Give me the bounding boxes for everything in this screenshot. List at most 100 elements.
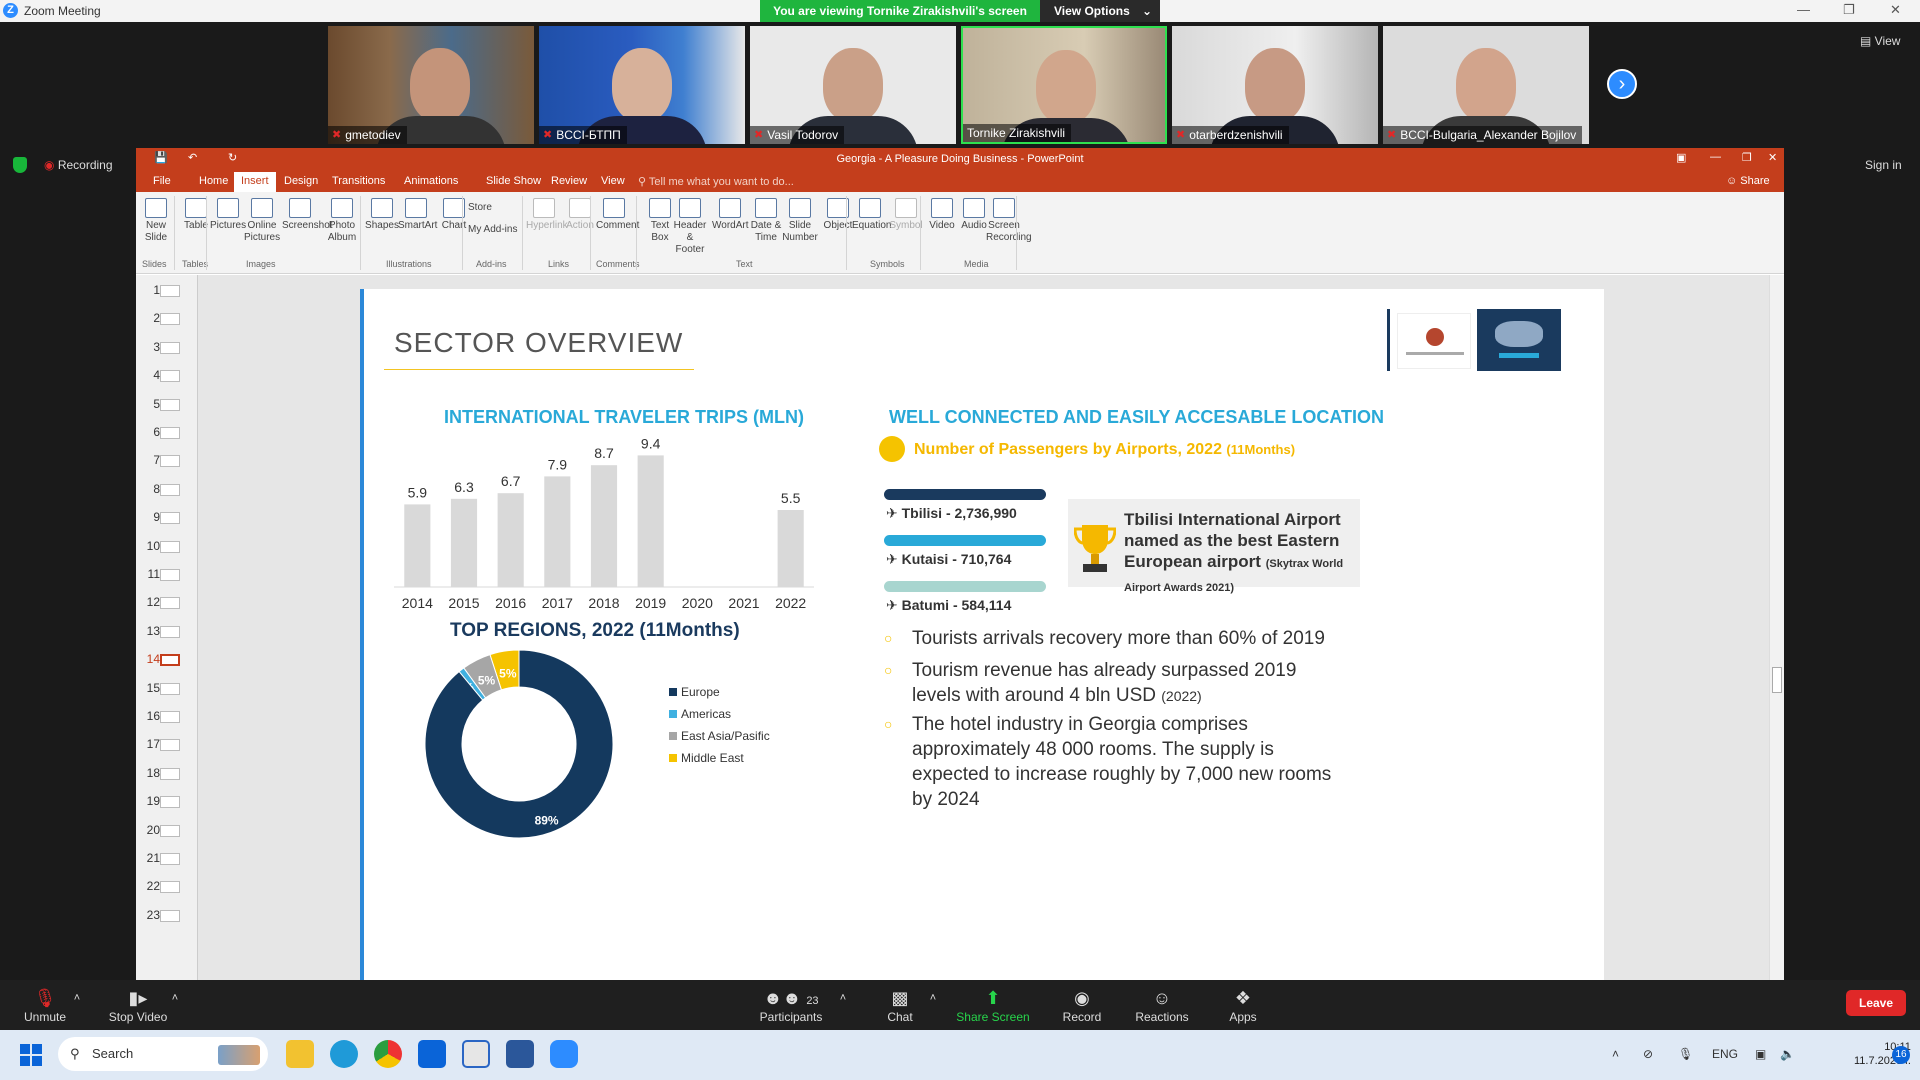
close-icon[interactable]: ✕ [1890, 2, 1901, 18]
share-screen-button[interactable]: ⬆ Share Screen [956, 986, 1030, 1024]
language-indicator[interactable]: ENG [1712, 1047, 1738, 1061]
zoom-app-icon[interactable] [550, 1040, 578, 1068]
ribbon-button[interactable]: Date & Time [748, 198, 784, 244]
slide-number[interactable]: 7 [140, 453, 160, 467]
sign-in-link[interactable]: Sign in [1865, 158, 1902, 172]
volume-icon[interactable]: 🔈 [1780, 1047, 1795, 1061]
notification-badge[interactable]: 16 [1892, 1046, 1910, 1064]
ribbon-button[interactable]: Comment [596, 198, 639, 232]
slide-thumbnail[interactable] [160, 285, 180, 297]
slide-number[interactable]: 6 [140, 425, 160, 439]
slide-number[interactable]: 12 [140, 595, 160, 609]
tab-design[interactable]: Design [284, 175, 318, 187]
slide-thumbnail[interactable] [160, 796, 180, 809]
slide-number[interactable]: 19 [140, 794, 160, 808]
chat-button[interactable]: ▩ Chat [880, 986, 920, 1024]
security-shield-icon[interactable] [13, 157, 27, 173]
slide-number[interactable]: 15 [140, 681, 160, 695]
slide-canvas[interactable]: SECTOR OVERVIEW INTERNATIONAL TRAVELER T… [360, 289, 1604, 980]
participant-tile[interactable]: ✖ BCCI-Bulgaria_Alexander Bojilov [1383, 26, 1589, 144]
ribbon-button[interactable]: Screenshot [282, 198, 333, 232]
tab-review[interactable]: Review [551, 175, 587, 187]
participant-tile[interactable]: ✖ gmetodiev [328, 26, 534, 144]
ribbon-button[interactable]: Video [924, 198, 960, 232]
ribbon-button[interactable]: Hyperlink [526, 198, 568, 232]
reactions-button[interactable]: ☺ Reactions [1134, 986, 1190, 1024]
snipping-tool-icon[interactable] [462, 1040, 490, 1068]
outlook-icon[interactable] [418, 1040, 446, 1068]
slide-thumbnail[interactable] [160, 370, 180, 383]
gallery-view-button[interactable]: ▤ View [1860, 34, 1900, 48]
ribbon-button[interactable]: Photo Album [324, 198, 360, 244]
slide-number[interactable]: 16 [140, 709, 160, 723]
ribbon-button[interactable]: Chart [436, 198, 472, 232]
participant-tile[interactable]: ✖ Vasil Todorov [750, 26, 956, 144]
slide-thumbnail[interactable] [160, 654, 180, 667]
slide-thumbnail[interactable] [160, 824, 180, 837]
store-button[interactable]: Store [468, 202, 492, 214]
participants-button[interactable]: ☻☻ 23 Participants [755, 986, 827, 1024]
apps-button[interactable]: ❖ Apps [1226, 986, 1260, 1024]
slide-number[interactable]: 22 [140, 879, 160, 893]
edge-browser-icon[interactable] [330, 1040, 358, 1068]
participant-tile[interactable]: ✖ otarberdzenishvili [1172, 26, 1378, 144]
unmute-button[interactable]: 🎙 Unmute [22, 986, 68, 1024]
stop-video-button[interactable]: ▮▸ Stop Video [106, 986, 170, 1024]
slide-number[interactable]: 23 [140, 908, 160, 922]
chat-caret[interactable]: ˄ [926, 986, 940, 1010]
participant-tile-active-speaker[interactable]: Tornike Zirakishvili [961, 26, 1167, 144]
slide-number[interactable]: 20 [140, 823, 160, 837]
network-icon[interactable]: ⊘ [1643, 1047, 1653, 1061]
slide-number[interactable]: 11 [140, 567, 160, 581]
ribbon-button[interactable]: Slide Number [782, 198, 818, 244]
slide-number[interactable]: 18 [140, 766, 160, 780]
chrome-browser-icon[interactable] [374, 1040, 402, 1068]
tab-home[interactable]: Home [199, 175, 228, 187]
slide-number[interactable]: 17 [140, 737, 160, 751]
share-button[interactable]: ☺ Share [1726, 175, 1770, 187]
slide-number[interactable]: 4 [140, 368, 160, 382]
tab-transitions[interactable]: Transitions [332, 175, 385, 187]
slide-thumbnail[interactable] [160, 483, 180, 496]
slide-thumbnail[interactable] [160, 881, 180, 894]
ribbon-button[interactable]: Shapes [364, 198, 400, 232]
file-explorer-icon[interactable] [286, 1040, 314, 1068]
slide-thumbnail[interactable] [160, 767, 180, 780]
ribbon-button[interactable]: Equation [852, 198, 891, 232]
slide-number[interactable]: 5 [140, 397, 160, 411]
audio-options-caret[interactable]: ˄ [70, 986, 84, 1010]
recording-indicator[interactable]: ◉ Recording [44, 158, 113, 172]
slide-number[interactable]: 21 [140, 851, 160, 865]
slide-number[interactable]: 1 [140, 283, 160, 297]
slide-number[interactable]: 13 [140, 624, 160, 638]
ppt-minimize-icon[interactable]: — [1710, 151, 1721, 163]
tab-file[interactable]: File [153, 175, 171, 187]
slide-thumbnail[interactable] [160, 739, 180, 752]
video-options-caret[interactable]: ˄ [168, 986, 182, 1010]
slide-thumbnail[interactable] [160, 427, 180, 439]
slide-thumbnail[interactable] [160, 625, 180, 638]
slide-thumbnail[interactable] [160, 455, 180, 468]
slide-thumbnail[interactable] [160, 909, 180, 922]
ribbon-button[interactable]: Action [562, 198, 598, 232]
ribbon-button[interactable]: Object [820, 198, 856, 232]
slide-number[interactable]: 9 [140, 510, 160, 524]
slide-number[interactable]: 14 [140, 652, 160, 666]
slide-thumbnail[interactable] [160, 512, 180, 525]
slide-thumbnail[interactable] [160, 569, 180, 581]
tab-animations[interactable]: Animations [404, 175, 458, 187]
slide-thumbnail[interactable] [160, 711, 180, 723]
windows-start-icon[interactable] [20, 1044, 42, 1066]
ribbon-button[interactable]: WordArt [712, 198, 749, 232]
display-icon[interactable]: ▣ [1755, 1047, 1766, 1061]
ribbon-button[interactable]: New Slide [138, 198, 174, 244]
slide-thumbnail[interactable] [160, 313, 180, 326]
slide-number[interactable]: 2 [140, 311, 160, 325]
restore-icon[interactable]: ❐ [1843, 2, 1855, 18]
tab-slide-show[interactable]: Slide Show [486, 175, 541, 187]
tab-insert[interactable]: Insert [234, 172, 276, 192]
show-hidden-icons-chevron-icon[interactable]: ˄ [1612, 1047, 1619, 1061]
word-icon[interactable] [506, 1040, 534, 1068]
ppt-close-icon[interactable]: ✕ [1768, 151, 1777, 164]
ribbon-display-icon[interactable]: ▣ [1676, 151, 1686, 164]
